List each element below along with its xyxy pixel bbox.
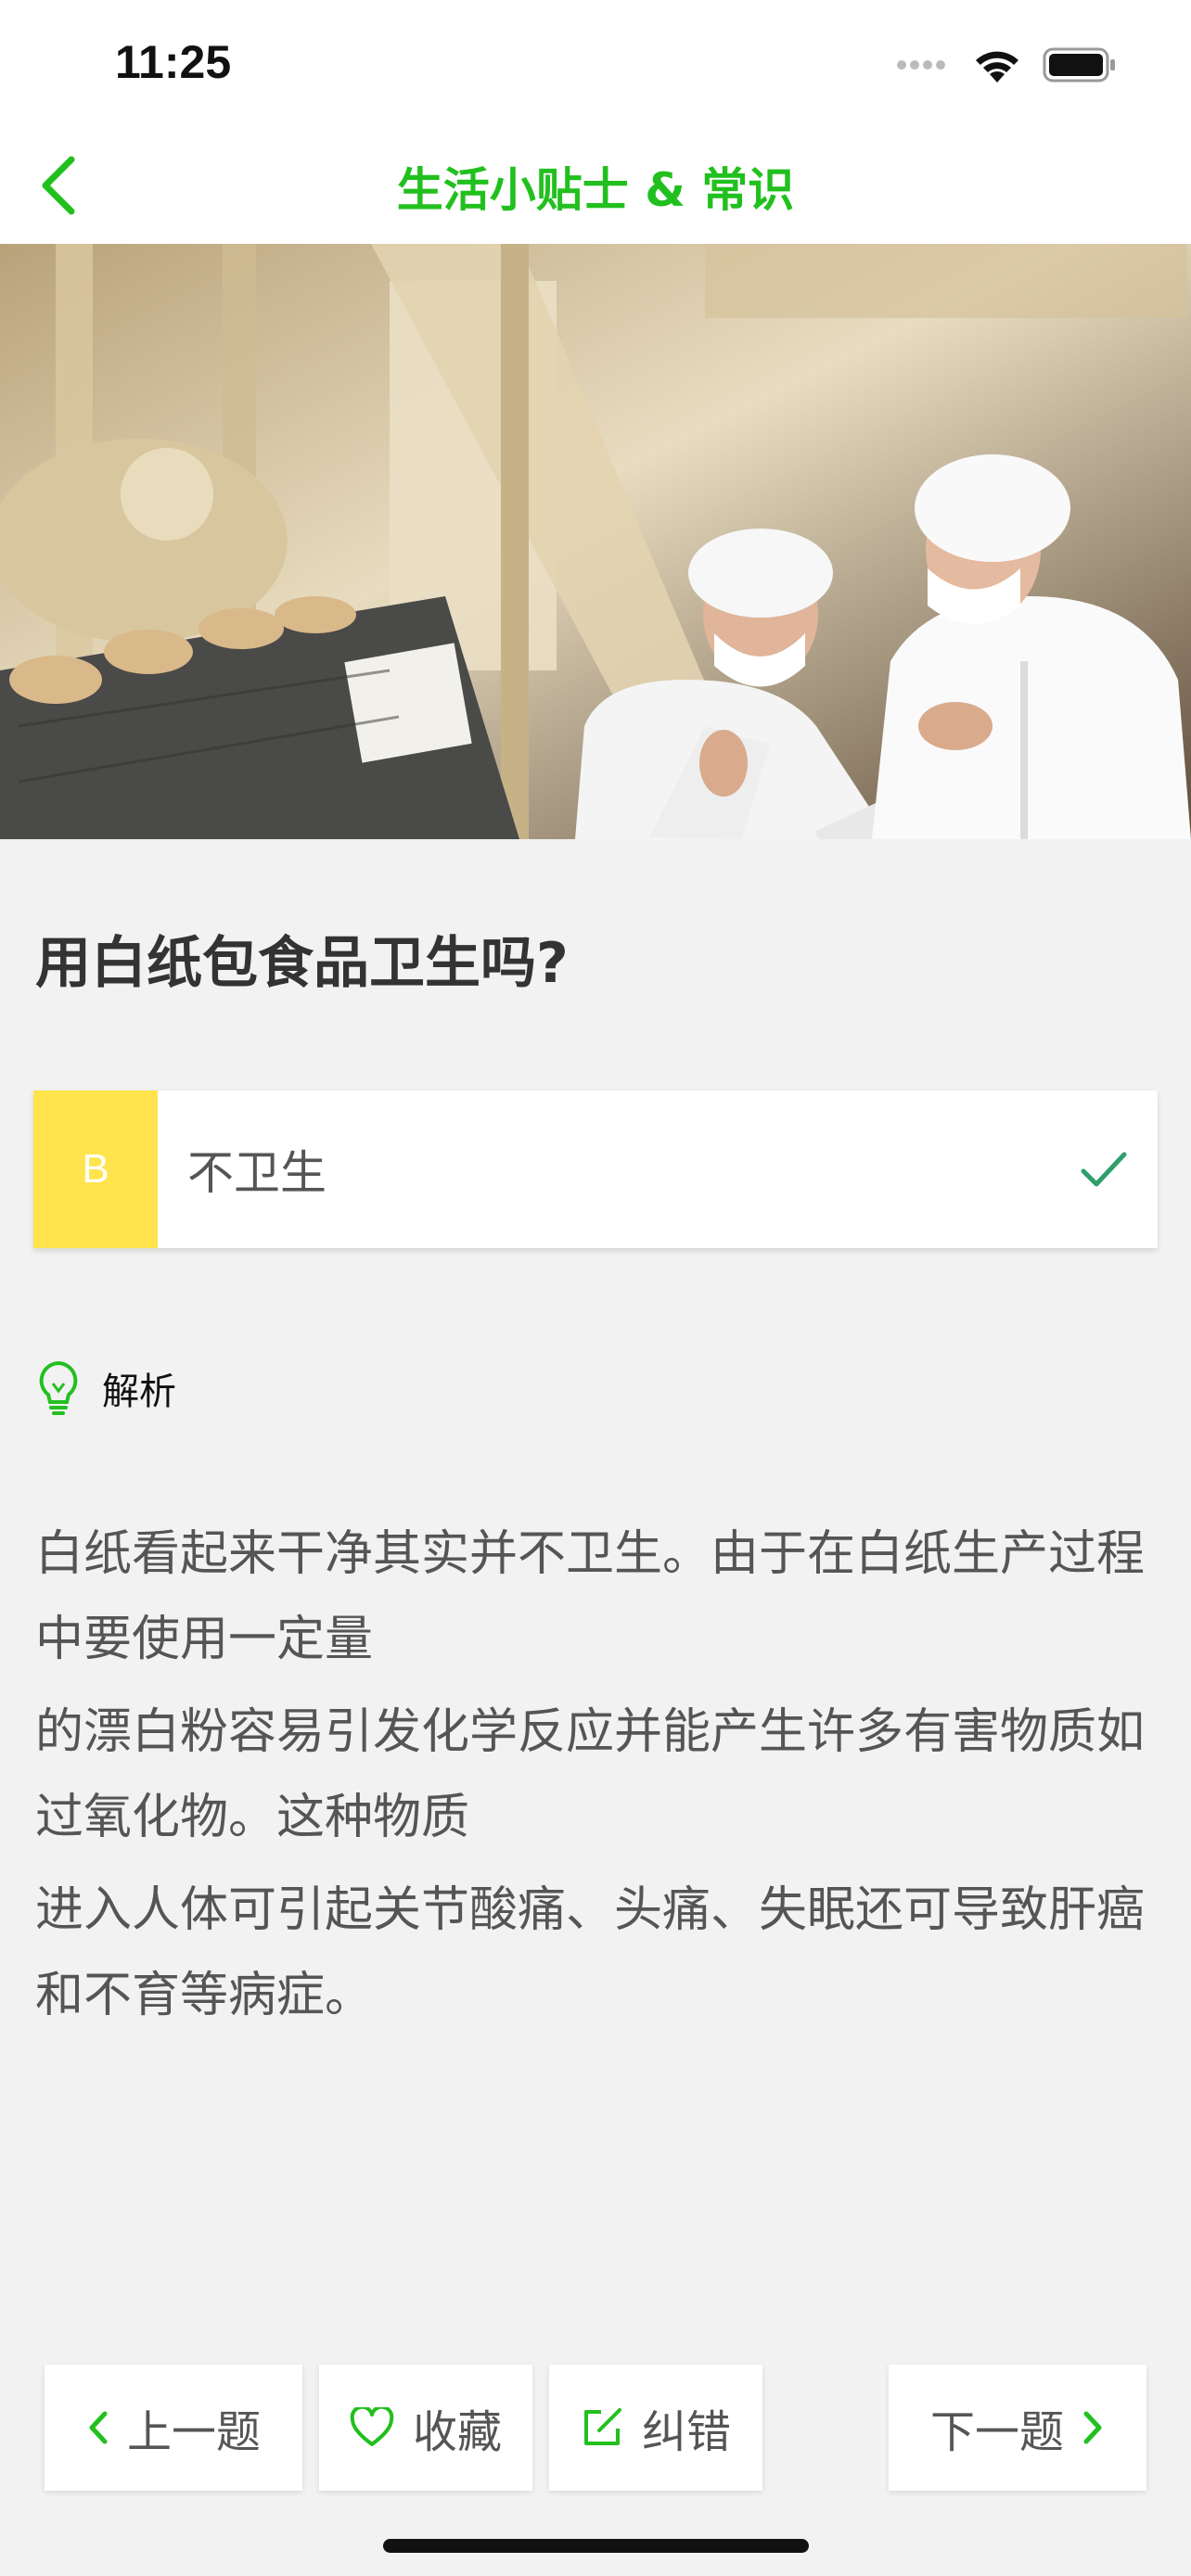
report-error-button[interactable]: 纠错 bbox=[549, 2365, 762, 2491]
hero-image bbox=[0, 244, 1191, 839]
analysis-paragraph: 进入人体可引起关节酸痛、头痛、失眠还可导致肝癌和不育等病症。 bbox=[35, 1882, 1146, 2023]
analysis-paragraph: 白纸看起来干净其实并不卫生。由于在白纸生产过程中要使用一定量 bbox=[35, 1526, 1146, 1667]
next-question-button[interactable]: 下一题 bbox=[889, 2365, 1146, 2491]
prev-question-button[interactable]: 上一题 bbox=[45, 2365, 302, 2491]
chevron-right-icon bbox=[1083, 2411, 1102, 2444]
favorite-button[interactable]: 收藏 bbox=[319, 2365, 532, 2491]
battery-icon bbox=[1043, 47, 1115, 83]
edit-icon bbox=[583, 2408, 621, 2445]
answer-text: 不卫生 bbox=[187, 1146, 327, 1200]
analysis-text: 白纸看起来干净其实并不卫生。由于在白纸生产过程中要使用一定量 的漂白粉容易引发化… bbox=[35, 1511, 1158, 2046]
nav-bar: 生活小贴士 & 常识 bbox=[0, 125, 1191, 244]
status-icons bbox=[896, 45, 1117, 85]
signal-icon bbox=[897, 60, 945, 70]
favorite-label: 收藏 bbox=[412, 2406, 502, 2458]
status-time: 11:25 bbox=[115, 36, 232, 88]
analysis-label: 解析 bbox=[102, 1371, 176, 1413]
answer-option[interactable]: B 不卫生 bbox=[33, 1090, 1158, 1248]
prev-question-label: 上一题 bbox=[126, 2406, 261, 2458]
chevron-left-icon bbox=[89, 2411, 108, 2444]
answer-letter: B bbox=[33, 1090, 158, 1248]
home-indicator[interactable] bbox=[383, 2539, 809, 2553]
analysis-paragraph: 的漂白粉容易引发化学反应并能产生许多有害物质如过氧化物。这种物质 bbox=[35, 1704, 1146, 1845]
status-bar: 11:25 bbox=[0, 0, 1191, 125]
next-question-label: 下一题 bbox=[929, 2406, 1064, 2458]
lightbulb-icon bbox=[39, 1360, 78, 1415]
heart-icon bbox=[350, 2407, 394, 2446]
analysis-header: 解析 bbox=[35, 1359, 176, 1417]
factory-workers-photo bbox=[0, 244, 1191, 839]
check-icon bbox=[1081, 1152, 1127, 1187]
question-title: 用白纸包食品卫生吗? bbox=[35, 931, 569, 996]
wifi-icon bbox=[976, 51, 1018, 83]
page-title: 生活小贴士 & 常识 bbox=[396, 163, 795, 217]
report-error-label: 纠错 bbox=[641, 2406, 731, 2458]
